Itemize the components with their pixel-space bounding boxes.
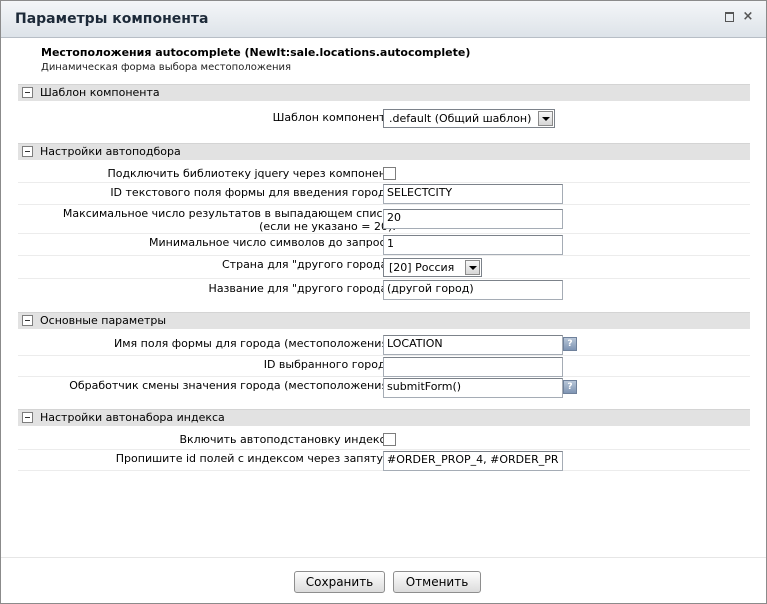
selected-city-id-input[interactable] bbox=[383, 357, 563, 377]
jquery-row: Подключить библиотеку jquery через компо… bbox=[18, 164, 750, 183]
section-template-header[interactable]: Шаблон компонента bbox=[18, 84, 750, 101]
chevron-down-icon[interactable] bbox=[538, 111, 553, 126]
section-autocomplete-title: Настройки автоподбора bbox=[40, 145, 181, 158]
city-field-id-label: ID текстового поля формы для введения го… bbox=[110, 186, 396, 199]
template-label: Шаблон компонента: bbox=[272, 111, 396, 124]
change-handler-label: Обработчик смены значения города (местоп… bbox=[69, 379, 396, 392]
component-description: Динамическая форма выбора местоположения bbox=[41, 62, 292, 73]
other-city-name-row: Название для "другого города": (другой г… bbox=[18, 279, 750, 301]
template-row: Шаблон компонента: .default (Общий шабло… bbox=[18, 107, 750, 131]
max-results-label-line1: Максимальное число результатов в выпадаю… bbox=[62, 207, 396, 220]
collapse-icon[interactable] bbox=[22, 87, 33, 98]
zip-fields-label: Пропишите id полей с индексом через запя… bbox=[115, 452, 396, 465]
min-chars-input[interactable]: 1 bbox=[383, 235, 563, 255]
cancel-button[interactable]: Отменить bbox=[393, 571, 481, 593]
dialog-title: Параметры компонента bbox=[15, 11, 209, 27]
min-chars-row: Минимальное число символов до запроса: 1 bbox=[18, 234, 750, 256]
change-handler-input[interactable]: submitForm() bbox=[383, 378, 563, 398]
help-icon[interactable]: ? bbox=[563, 337, 577, 351]
selected-city-id-label: ID выбранного города: bbox=[263, 358, 396, 371]
zip-autofill-row: Включить автоподстановку индекса: bbox=[18, 430, 750, 450]
template-select-value: .default (Общий шаблон) bbox=[389, 112, 532, 125]
other-city-country-row: Страна для "другого города": [20] Россия bbox=[18, 256, 750, 279]
component-parameters-dialog: Параметры компонента × Местоположения au… bbox=[0, 0, 767, 604]
other-city-country-value: [20] Россия bbox=[389, 261, 455, 274]
city-field-id-input[interactable]: SELECTCITY bbox=[383, 184, 563, 204]
section-zip-header[interactable]: Настройки автонабора индекса bbox=[18, 409, 750, 426]
other-city-country-label: Страна для "другого города": bbox=[222, 258, 396, 271]
chevron-down-icon[interactable] bbox=[465, 260, 480, 275]
collapse-icon[interactable] bbox=[22, 412, 33, 423]
collapse-icon[interactable] bbox=[22, 146, 33, 157]
zip-fields-input[interactable]: #ORDER_PROP_4, #ORDER_PR bbox=[383, 451, 563, 471]
section-main-header[interactable]: Основные параметры bbox=[18, 312, 750, 329]
zip-autofill-checkbox[interactable] bbox=[383, 433, 396, 446]
save-button[interactable]: Сохранить bbox=[294, 571, 385, 593]
section-autocomplete-header[interactable]: Настройки автоподбора bbox=[18, 143, 750, 160]
max-results-label-line2: (если не указано = 20): bbox=[259, 220, 396, 233]
collapse-icon[interactable] bbox=[22, 315, 33, 326]
section-zip-title: Настройки автонабора индекса bbox=[40, 411, 225, 424]
other-city-country-select[interactable]: [20] Россия bbox=[383, 258, 482, 277]
other-city-name-input[interactable]: (другой город) bbox=[383, 280, 563, 300]
city-field-id-row: ID текстового поля формы для введения го… bbox=[18, 183, 750, 205]
zip-autofill-label: Включить автоподстановку индекса: bbox=[179, 433, 396, 446]
zip-fields-row: Пропишите id полей с индексом через запя… bbox=[18, 450, 750, 471]
section-template-title: Шаблон компонента bbox=[40, 86, 160, 99]
location-field-label: Имя поля формы для города (местоположени… bbox=[114, 337, 396, 350]
min-chars-label: Минимальное число символов до запроса: bbox=[149, 236, 396, 249]
component-name: Местоположения autocomplete (NewIt:sale.… bbox=[41, 46, 471, 59]
help-icon[interactable]: ? bbox=[563, 380, 577, 394]
max-results-input[interactable]: 20 bbox=[383, 209, 563, 229]
footer-divider bbox=[1, 557, 766, 558]
jquery-checkbox[interactable] bbox=[383, 167, 396, 180]
close-icon[interactable]: × bbox=[741, 10, 755, 24]
jquery-label: Подключить библиотеку jquery через компо… bbox=[107, 167, 396, 180]
max-results-row: Максимальное число результатов в выпадаю… bbox=[18, 205, 750, 234]
section-main-title: Основные параметры bbox=[40, 314, 167, 327]
selected-city-id-row: ID выбранного города: bbox=[18, 356, 750, 377]
maximize-icon[interactable] bbox=[722, 10, 736, 24]
location-field-input[interactable]: LOCATION bbox=[383, 335, 563, 355]
other-city-name-label: Название для "другого города": bbox=[208, 282, 396, 295]
template-select[interactable]: .default (Общий шаблон) bbox=[383, 109, 555, 128]
dialog-titlebar[interactable]: Параметры компонента × bbox=[1, 1, 766, 38]
location-field-row: Имя поля формы для города (местоположени… bbox=[18, 334, 750, 356]
change-handler-row: Обработчик смены значения города (местоп… bbox=[18, 377, 750, 399]
